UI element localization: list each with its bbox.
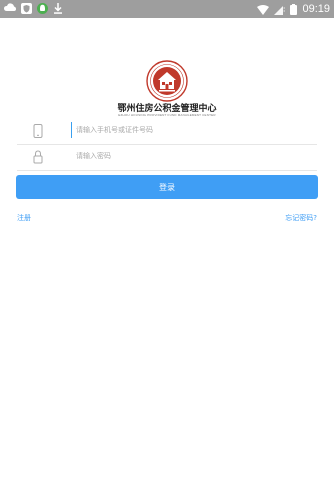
system-icons: 09:19 xyxy=(257,0,330,18)
phone-field-row xyxy=(17,117,317,143)
signal-no-data-icon xyxy=(274,0,286,19)
cloud-icon xyxy=(4,2,16,14)
password-input[interactable] xyxy=(71,148,306,164)
phone-input[interactable] xyxy=(71,122,306,138)
register-link[interactable]: 注册 xyxy=(17,213,31,223)
battery-icon xyxy=(290,0,298,19)
forgot-password-link[interactable]: 忘记密码? xyxy=(285,213,317,223)
login-button[interactable]: 登录 xyxy=(16,175,318,199)
divider xyxy=(17,170,317,171)
password-field-row xyxy=(17,143,317,169)
shield-icon xyxy=(20,2,32,14)
org-logo xyxy=(146,60,188,102)
download-icon xyxy=(52,2,64,14)
clock: 09:19 xyxy=(302,3,330,15)
wifi-icon xyxy=(257,0,270,19)
phone-icon xyxy=(32,123,44,138)
lock-icon xyxy=(32,149,44,164)
android-icon xyxy=(36,2,48,14)
status-bar: 09:19 xyxy=(0,0,334,18)
notification-icons xyxy=(4,2,64,14)
